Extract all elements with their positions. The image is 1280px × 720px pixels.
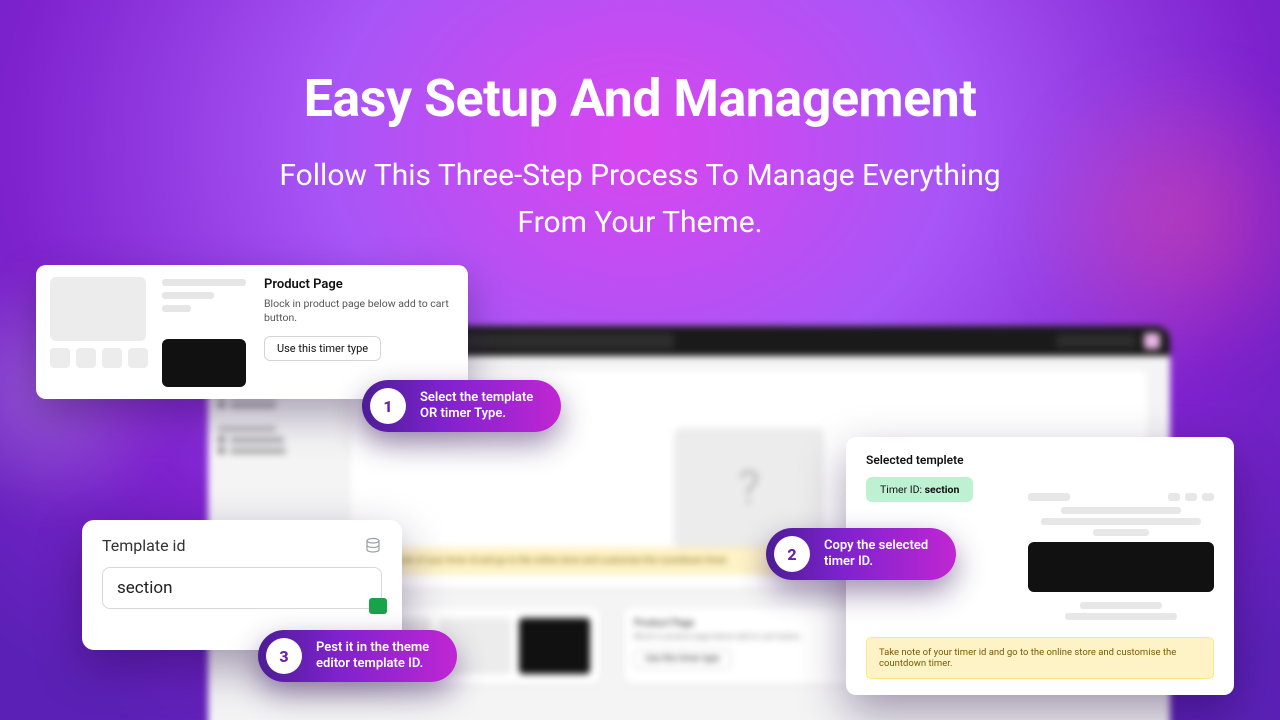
use-timer-button[interactable]: Use this timer type <box>634 649 731 669</box>
sidebar-item[interactable] <box>218 401 318 408</box>
info-note: Take note of your timer id and go to the… <box>866 637 1214 679</box>
card-title: Product Page <box>264 277 454 292</box>
sidebar-header <box>218 426 318 432</box>
step-text: Select the template OR timer Type. <box>420 390 533 423</box>
step-number: 3 <box>266 638 302 674</box>
field-label: Template id <box>102 536 185 555</box>
thumb-large <box>50 277 146 341</box>
avatar[interactable] <box>1144 333 1160 349</box>
step-text: Copy the selected timer ID. <box>824 538 928 571</box>
app-name-chip <box>1056 334 1136 348</box>
use-timer-type-button[interactable]: Use this timer type <box>264 336 381 361</box>
card-description: Block in product page below add to cart … <box>264 297 454 324</box>
thumb-detail <box>162 277 246 387</box>
step-number: 2 <box>774 536 810 572</box>
page-title: Easy Setup And Management <box>0 68 1280 129</box>
step-pill-1: 1 Select the template OR timer Type. <box>362 380 561 432</box>
database-icon <box>364 537 382 555</box>
timer-id-badge: Timer ID: section <box>866 477 973 502</box>
sidebar-item[interactable] <box>218 436 318 443</box>
sidebar-item[interactable] <box>218 447 318 454</box>
step-number: 1 <box>370 388 406 424</box>
resize-handle[interactable] <box>369 598 387 614</box>
template-preview <box>1028 493 1214 624</box>
thumb-column <box>50 277 148 387</box>
template-id-input[interactable]: section <box>102 567 382 609</box>
step-text: Pest it in the theme editor template ID. <box>316 640 429 673</box>
product-page-card: Product Page Block in product page below… <box>36 265 468 399</box>
step-pill-2: 2 Copy the selected timer ID. <box>766 528 956 580</box>
card-title: Selected templete <box>866 453 1214 467</box>
step-pill-3: 3 Pest it in the theme editor template I… <box>258 630 457 682</box>
page-subtitle: Follow This Three-Step Process To Manage… <box>0 153 1280 246</box>
